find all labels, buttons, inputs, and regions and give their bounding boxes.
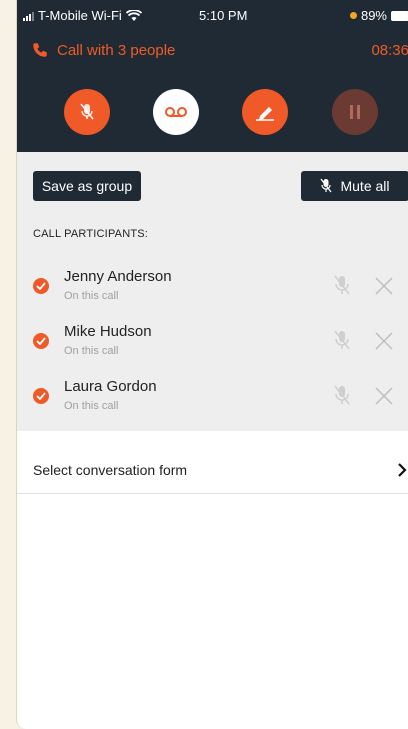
close-icon[interactable] (375, 277, 393, 295)
participant-status: On this call (64, 345, 119, 357)
mic-off-icon (320, 178, 332, 193)
select-conversation-form-label: Select conversation form (33, 462, 188, 478)
call-timer: 08:36 (371, 42, 408, 59)
participant-row: Mike Hudson On this call (17, 319, 408, 363)
low-power-dot-icon (349, 12, 357, 19)
call-header: T-Mobile Wi-Fi 5:10 PM 89% Call with 3 p… (17, 0, 408, 152)
select-conversation-form-row[interactable]: Select conversation form (17, 431, 408, 494)
mic-off-icon[interactable] (333, 384, 351, 406)
call-title-row: Call with 3 people 08:36 (31, 40, 408, 62)
wifi-icon (125, 9, 142, 21)
call-title: Call with 3 people (57, 42, 176, 59)
participant-status: On this call (64, 290, 119, 302)
call-controls (17, 89, 408, 135)
pencil-icon (256, 107, 274, 121)
hold-button[interactable] (332, 89, 378, 135)
voicemail-button[interactable] (153, 89, 199, 135)
mute-all-label: Mute all (340, 178, 390, 194)
pause-icon (350, 105, 360, 119)
signal-icon (23, 11, 34, 21)
checked-icon[interactable] (33, 388, 49, 404)
mic-off-icon[interactable] (333, 329, 351, 351)
checked-icon[interactable] (33, 333, 49, 349)
participant-row: Jenny Anderson On this call (17, 264, 408, 308)
phone-icon (33, 43, 47, 57)
participant-name: Laura Gordon (64, 378, 157, 395)
status-bar: T-Mobile Wi-Fi 5:10 PM 89% (17, 0, 408, 32)
carrier-label: T-Mobile Wi-Fi (38, 8, 122, 23)
section-label-participants: CALL PARTICIPANTS: (33, 228, 149, 240)
participant-name: Jenny Anderson (64, 268, 172, 285)
participant-name: Mike Hudson (64, 323, 152, 340)
participants-panel: Save as group Mute all CALL PARTICIPANTS… (17, 152, 408, 431)
participant-row: Laura Gordon On this call (17, 374, 408, 418)
status-time: 5:10 PM (199, 8, 248, 23)
phone-screen: T-Mobile Wi-Fi 5:10 PM 89% Call with 3 p… (16, 0, 408, 729)
chevron-right-icon (398, 463, 407, 477)
edit-button[interactable] (242, 89, 288, 135)
mic-off-icon (80, 103, 94, 120)
mute-all-button[interactable]: Mute all (301, 171, 408, 201)
participant-status: On this call (64, 400, 119, 412)
battery-icon (391, 10, 408, 21)
mic-off-icon[interactable] (333, 274, 351, 296)
close-icon[interactable] (375, 387, 393, 405)
close-icon[interactable] (375, 332, 393, 350)
save-as-group-button[interactable]: Save as group (33, 171, 141, 201)
checked-icon[interactable] (33, 278, 49, 294)
voicemail-icon (165, 107, 187, 117)
save-as-group-label: Save as group (41, 178, 133, 194)
battery-percent: 89% (360, 8, 387, 23)
mute-mic-button[interactable] (64, 89, 110, 135)
